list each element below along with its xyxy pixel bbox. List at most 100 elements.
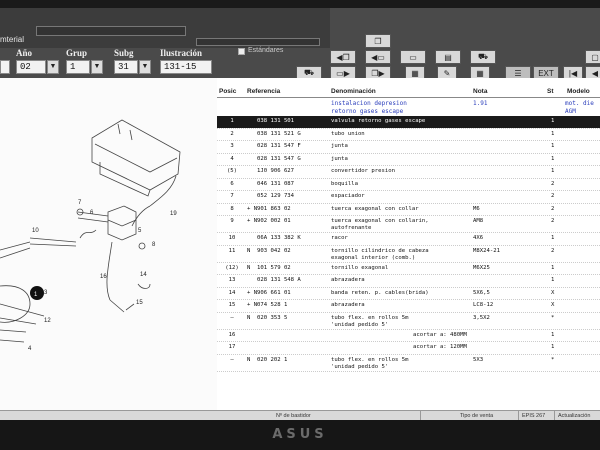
table-row[interactable]: (5) 1J0 906 627 convertidor presion 1 bbox=[217, 166, 600, 178]
table-row[interactable]: 6 046 131 087 boquilla 2 bbox=[217, 179, 600, 191]
cell-pos: 16 bbox=[228, 331, 236, 338]
cell-pos: 7 bbox=[230, 193, 234, 199]
callout-16[interactable]: 16 bbox=[100, 274, 107, 280]
monitor-icon[interactable]: ▭ bbox=[400, 50, 426, 64]
cell-st: 2 bbox=[551, 218, 555, 224]
cell-st: 1 bbox=[551, 331, 555, 338]
cell-name-line2: 'unidad pedido 5' bbox=[331, 363, 389, 370]
illustration-label: Ilustración bbox=[160, 48, 203, 58]
cell-st: X bbox=[551, 289, 555, 296]
cell-nota: M6X25 bbox=[473, 264, 490, 271]
subtitle-nota: 1.91 bbox=[473, 100, 488, 107]
prev-field[interactable] bbox=[0, 60, 10, 74]
table-row[interactable]: 7 052 129 734 espaciador 2 bbox=[217, 191, 600, 203]
illustration-field[interactable]: 131-15 bbox=[160, 60, 212, 74]
col-st: St bbox=[547, 88, 554, 95]
callout-8[interactable]: 8 bbox=[152, 242, 155, 248]
cell-name-line2: autofrenante bbox=[331, 225, 372, 231]
table-row[interactable]: 2 038 131 521 G tubo union 1 bbox=[217, 129, 600, 141]
cell-mark: N bbox=[247, 247, 251, 254]
cell-ref: 020 353 5 bbox=[257, 314, 288, 321]
year-label: Año bbox=[16, 48, 33, 58]
table-row[interactable]: 14 + N 906 661 01 banda reten. p. cables(br… bbox=[217, 288, 600, 300]
first-page-icon[interactable]: ◀❐ bbox=[330, 50, 356, 64]
cell-pos: 6 bbox=[230, 180, 234, 187]
cell-pos: 11 bbox=[228, 247, 236, 254]
year-select[interactable]: 02 bbox=[16, 60, 46, 74]
cell-ref: 046 131 087 bbox=[257, 180, 295, 187]
cell-ref: 1J0 906 627 bbox=[257, 168, 295, 174]
table-row[interactable]: 11 N 903 042 02 tornillo cilindrico de cabe… bbox=[217, 246, 600, 262]
cell-pos: – bbox=[230, 356, 234, 363]
col-nota: Nota bbox=[473, 88, 488, 95]
callout-4[interactable]: 4 bbox=[28, 346, 31, 352]
table-row[interactable]: 1 038 131 501 valvula retorno gases escape… bbox=[217, 116, 600, 128]
table-row[interactable]: 17 acortar a: 120MM 1 bbox=[217, 342, 600, 354]
cell-pos: 8 bbox=[230, 205, 234, 212]
subgroup-dropdown-icon[interactable]: ▼ bbox=[139, 60, 151, 74]
callout-19[interactable]: 19 bbox=[170, 211, 177, 217]
callout-5[interactable]: 5 bbox=[138, 228, 141, 234]
cell-name: abrazadera bbox=[331, 277, 365, 283]
callout-10[interactable]: 10 bbox=[32, 228, 39, 234]
table-row[interactable]: 16 acortar a: 480MM 1 bbox=[217, 330, 600, 342]
monitor-bezel-top bbox=[0, 0, 600, 8]
material-field-1[interactable] bbox=[36, 26, 186, 36]
cell-name-note: acortar a: 120MM bbox=[413, 344, 467, 350]
callout-6[interactable]: 6 bbox=[90, 210, 93, 216]
cell-pos: 2 bbox=[230, 130, 234, 137]
prev-page-icon[interactable]: ◀▭ bbox=[365, 50, 391, 64]
material-field-2[interactable] bbox=[196, 38, 320, 46]
cell-name: tornillo exagonal bbox=[331, 264, 389, 271]
cell-mark: + N bbox=[247, 205, 258, 212]
table-row[interactable]: – N 020 353 5 tubo flex. en rollos 5m'unida… bbox=[217, 313, 600, 329]
callout-14[interactable]: 14 bbox=[140, 272, 147, 278]
callout-3[interactable]: 3 bbox=[44, 290, 47, 296]
parts-diagram: 1 19 10 7 5 8 6 3 12 4 16 14 15 bbox=[0, 78, 217, 410]
group-dropdown-icon[interactable]: ▼ bbox=[91, 60, 103, 74]
col-pos: Posic bbox=[219, 88, 237, 95]
cell-ref: 020 202 1 bbox=[257, 356, 288, 363]
table-row[interactable]: – N 020 202 1 tubo flex. en rollos 5m'unida… bbox=[217, 355, 600, 371]
subtitle-line-1: instalacion depresion bbox=[331, 100, 407, 107]
cell-st: * bbox=[551, 314, 555, 321]
cell-ref: 906 661 01 bbox=[257, 289, 291, 296]
cell-pos: – bbox=[230, 314, 234, 321]
table-row[interactable]: 10 06A 133 382 K racor 4X6 1 bbox=[217, 233, 600, 245]
cell-name: tuerca exagonal con collar bbox=[331, 205, 419, 212]
cell-name: valvula retorno gases escape bbox=[331, 118, 426, 124]
table-row[interactable]: 3 028 131 547 F junta 1 bbox=[217, 141, 600, 153]
subgroup-select[interactable]: 31 bbox=[114, 60, 138, 74]
cell-st: 2 bbox=[551, 193, 555, 199]
header-toolbar: mterial Año Grup Subg Ilustración 02 ▼ 1… bbox=[0, 8, 600, 80]
table-row[interactable]: 15 + N 074 528 1 abrazadera LC8-12 X bbox=[217, 300, 600, 312]
cell-name: convertidor presion bbox=[331, 168, 395, 174]
brand-logo: ASUS bbox=[272, 427, 328, 442]
table-row[interactable]: 4 028 131 547 G junta 1 bbox=[217, 154, 600, 166]
car-icon[interactable]: ⛟ bbox=[470, 50, 496, 64]
callout-12[interactable]: 12 bbox=[44, 318, 51, 324]
cell-pos: 3 bbox=[230, 143, 234, 149]
cell-name: tubo union bbox=[331, 130, 365, 137]
table-row[interactable]: 8 + N 901 863 02 tuerca exagonal con collar… bbox=[217, 204, 600, 216]
table-row[interactable]: 13 028 131 548 A abrazadera 1 bbox=[217, 275, 600, 287]
parts-table: Posic Referencia Denominación Nota St Mo… bbox=[217, 78, 600, 410]
cell-nota: LC8-12 bbox=[473, 302, 494, 308]
group-select[interactable]: 1 bbox=[66, 60, 90, 74]
cell-pos: 9 bbox=[230, 218, 234, 224]
table-row[interactable]: (12) N 101 579 02 tornillo exagonal M6X25 1 bbox=[217, 263, 600, 275]
callout-15[interactable]: 15 bbox=[136, 300, 143, 306]
copy-icon[interactable]: ❐ bbox=[365, 34, 391, 48]
cell-ref: 052 129 734 bbox=[257, 193, 295, 199]
cell-st: 1 bbox=[551, 118, 555, 124]
standards-checkbox[interactable] bbox=[238, 48, 245, 55]
year-dropdown-icon[interactable]: ▼ bbox=[47, 60, 59, 74]
table-row[interactable]: 9 + N 902 002 01 tuerca exagonal con collar… bbox=[217, 216, 600, 232]
book-icon[interactable]: ▤ bbox=[435, 50, 461, 64]
cell-mark: + N bbox=[247, 302, 258, 308]
callout-7[interactable]: 7 bbox=[78, 200, 81, 206]
subtitle-line-2: retorno gases escape bbox=[331, 108, 404, 115]
side-icon[interactable]: ▢ bbox=[585, 50, 600, 64]
cell-name-line2: 'unidad pedido 5' bbox=[331, 321, 389, 328]
cell-st: 1 bbox=[551, 155, 555, 162]
